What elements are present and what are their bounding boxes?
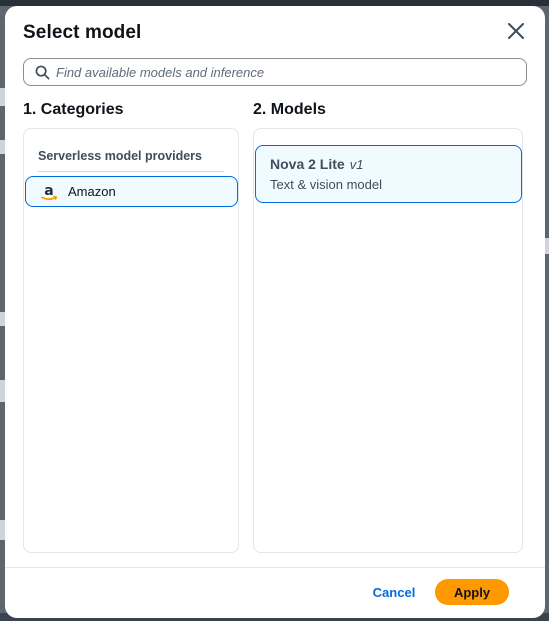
model-name-text: Nova 2 Lite (270, 156, 345, 172)
models-panel: Nova 2 Lite v1 Text & vision model (253, 128, 523, 553)
cancel-button[interactable]: Cancel (361, 579, 427, 605)
svg-text:a: a (44, 183, 53, 199)
modal-title: Select model (23, 22, 142, 43)
background-page-edge (545, 238, 549, 254)
provider-item-amazon[interactable]: a Amazon (25, 176, 238, 207)
model-description: Text & vision model (270, 177, 382, 192)
models-heading: 2. Models (253, 101, 326, 118)
search-icon (35, 65, 50, 80)
model-version: v1 (349, 157, 364, 172)
model-name: Nova 2 Lite v1 (270, 156, 363, 172)
apply-button[interactable]: Apply (435, 579, 509, 605)
search-box[interactable] (23, 58, 527, 86)
model-card-nova-2-lite[interactable]: Nova 2 Lite v1 Text & vision model (255, 145, 522, 203)
search-input[interactable] (56, 61, 516, 83)
amazon-logo-icon: a (41, 183, 58, 201)
categories-heading: 1. Categories (23, 101, 124, 118)
group-divider (38, 171, 224, 172)
close-icon (508, 23, 524, 39)
provider-group-label: Serverless model providers (38, 149, 202, 163)
provider-label: Amazon (68, 184, 116, 199)
select-model-modal: Select model 1. Categories 2. Models Ser… (5, 6, 545, 618)
footer-divider (5, 567, 545, 568)
close-button[interactable] (505, 20, 527, 42)
categories-panel: Serverless model providers a Amazon (23, 128, 239, 553)
